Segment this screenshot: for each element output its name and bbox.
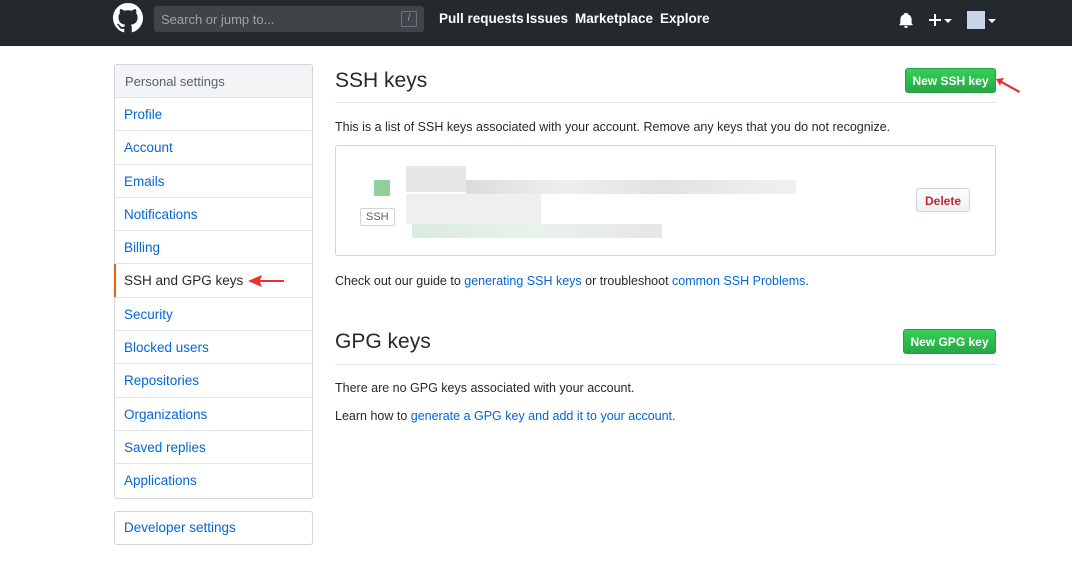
generate-gpg-key-link[interactable]: generate a GPG key and add it to your ac…: [411, 409, 672, 423]
nav-marketplace[interactable]: Marketplace: [575, 11, 653, 26]
create-caret-icon[interactable]: [944, 19, 952, 23]
ssh-guide-suffix: .: [805, 274, 809, 288]
new-gpg-key-button[interactable]: New GPG key: [903, 329, 996, 354]
nav-explore[interactable]: Explore: [660, 11, 710, 26]
redacted-key-fingerprint: [466, 180, 796, 194]
sidebar-item-notifications[interactable]: Notifications: [115, 198, 312, 232]
sidebar-item-account[interactable]: Account: [115, 131, 312, 165]
redacted-key-usage: [412, 224, 662, 238]
sidebar-item-repositories[interactable]: Repositories: [115, 364, 312, 398]
top-navbar: / Pull requests Issues Marketplace Explo…: [0, 0, 1072, 46]
annotation-arrow-icon: [996, 78, 1020, 93]
divider: [335, 102, 996, 103]
avatar[interactable]: [967, 11, 985, 29]
sidebar-heading: Personal settings: [115, 65, 312, 98]
redacted-key-icon: [374, 180, 390, 196]
sidebar-item-emails[interactable]: Emails: [115, 165, 312, 198]
bell-icon[interactable]: [899, 13, 913, 28]
search-box[interactable]: /: [154, 6, 424, 32]
ssh-description: This is a list of SSH keys associated wi…: [335, 120, 891, 134]
redacted-key-title: [406, 166, 466, 192]
gpg-keys-title: GPG keys: [335, 330, 431, 353]
sidebar-item-blocked-users[interactable]: Blocked users: [115, 331, 312, 365]
gpg-learn-suffix: .: [672, 409, 676, 423]
nav-pull-requests[interactable]: Pull requests: [439, 11, 524, 26]
ssh-guide-middle: or troubleshoot: [581, 274, 673, 288]
developer-settings-menu: Developer settings: [114, 511, 313, 545]
sidebar-item-developer-settings[interactable]: Developer settings: [115, 512, 312, 544]
ssh-key-entry: SSH Delete: [335, 145, 996, 256]
generating-ssh-keys-link[interactable]: generating SSH keys: [464, 274, 581, 288]
nav-issues[interactable]: Issues: [526, 11, 568, 26]
annotation-arrow-icon: [248, 275, 284, 287]
sidebar-item-organizations[interactable]: Organizations: [115, 398, 312, 431]
common-ssh-problems-link[interactable]: common SSH Problems: [672, 274, 805, 288]
sidebar-item-profile[interactable]: Profile: [115, 98, 312, 132]
sidebar-item-saved-replies[interactable]: Saved replies: [115, 431, 312, 465]
ssh-guide-prefix: Check out our guide to: [335, 274, 465, 288]
redacted-key-meta: [406, 194, 541, 224]
sidebar-item-applications[interactable]: Applications: [115, 464, 312, 497]
search-input[interactable]: [154, 6, 401, 32]
divider: [335, 364, 996, 365]
delete-ssh-key-button[interactable]: Delete: [916, 188, 970, 212]
github-logo-icon[interactable]: [113, 3, 143, 33]
gpg-learn-prefix: Learn how to: [335, 409, 411, 423]
plus-icon[interactable]: [929, 14, 941, 26]
slash-shortcut-hint: /: [401, 11, 417, 27]
profile-caret-icon[interactable]: [988, 19, 996, 23]
ssh-key-type-badge: SSH: [360, 208, 395, 226]
ssh-guide-text: Check out our guide to generating SSH ke…: [335, 274, 809, 288]
sidebar-item-security[interactable]: Security: [115, 298, 312, 332]
no-gpg-keys-text: There are no GPG keys associated with yo…: [335, 381, 635, 395]
ssh-keys-title: SSH keys: [335, 69, 428, 92]
new-ssh-key-button[interactable]: New SSH key: [905, 68, 996, 93]
gpg-learn-text: Learn how to generate a GPG key and add …: [335, 409, 676, 423]
sidebar-item-billing[interactable]: Billing: [115, 231, 312, 265]
